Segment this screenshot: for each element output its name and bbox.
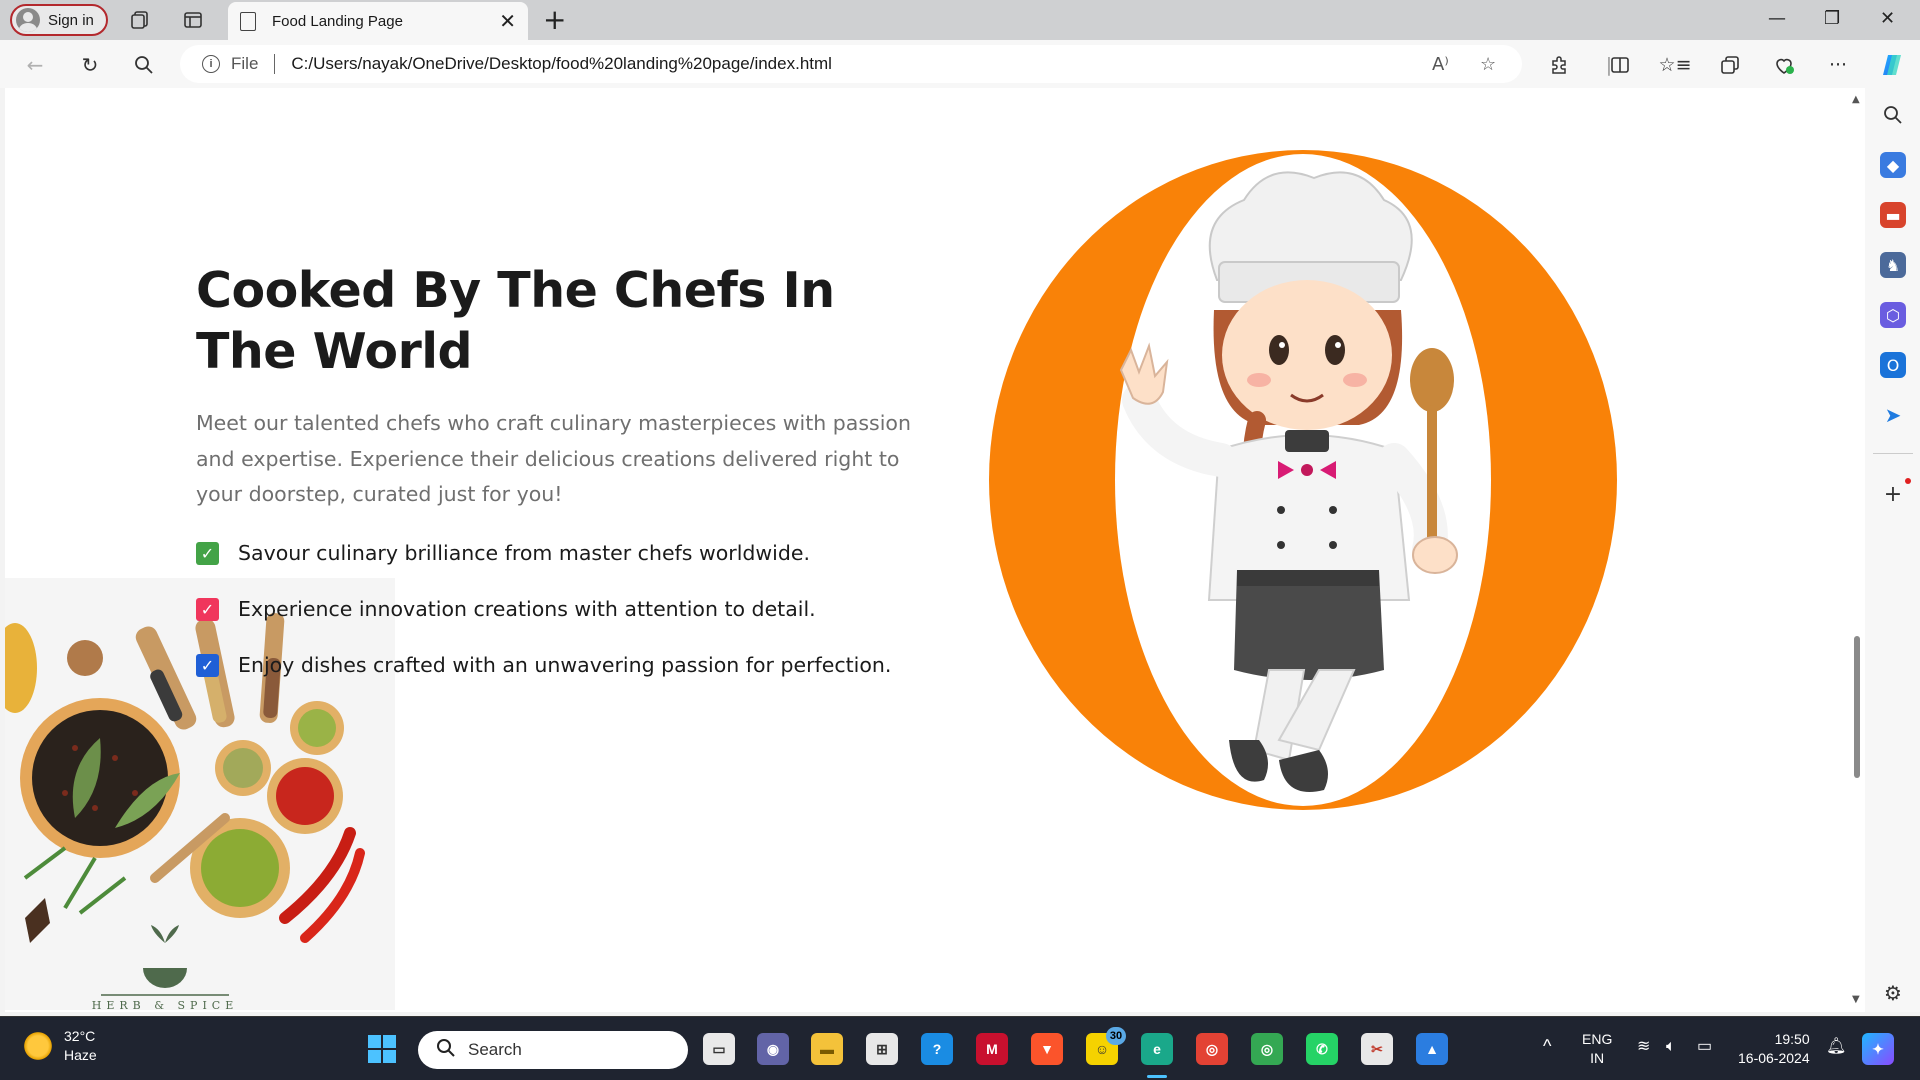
language-code: ENG: [1582, 1031, 1613, 1047]
copilot-icon[interactable]: [1879, 52, 1905, 78]
chrome-profile-pb-icon[interactable]: ◎: [1251, 1033, 1283, 1065]
feature-text: Savour culinary brilliance from master c…: [238, 541, 811, 565]
tools-icon[interactable]: ▬: [1880, 202, 1906, 228]
weather-temp: 32°C: [64, 1028, 96, 1044]
page-icon: [240, 11, 256, 31]
sidebar-search-icon[interactable]: [1880, 102, 1906, 128]
brave-browser-icon[interactable]: ▼: [1031, 1033, 1063, 1065]
weather-desc: Haze: [64, 1047, 97, 1063]
edge-browser-icon[interactable]: e: [1141, 1033, 1173, 1065]
copilot-taskbar-icon[interactable]: ✦: [1862, 1033, 1894, 1065]
feature-item-2: ✓ Experience innovation creations with a…: [196, 597, 816, 621]
extensions-icon[interactable]: [1546, 52, 1572, 78]
search-icon: [436, 1038, 456, 1063]
page-scrollbar[interactable]: ▲ ▼: [1849, 88, 1865, 1012]
photos-icon[interactable]: ▲: [1416, 1033, 1448, 1065]
scroll-down-icon[interactable]: ▼: [1852, 994, 1860, 1005]
settings-gear-icon[interactable]: ⚙: [1880, 980, 1906, 1006]
notification-dot: [1905, 478, 1911, 484]
clock-time: 19:50: [1774, 1031, 1810, 1047]
task-view-icon[interactable]: ▭: [703, 1033, 735, 1065]
favorites-icon[interactable]: ☆≡: [1659, 52, 1692, 78]
notification-badge: 30: [1106, 1027, 1126, 1045]
page-viewport: Cooked By The Chefs In The World Meet ou…: [5, 88, 1849, 1012]
collections-toolbar-icon[interactable]: [1717, 52, 1743, 78]
page-title: Cooked By The Chefs In The World: [196, 262, 835, 380]
weather-widget[interactable]: 32°C Haze: [22, 1027, 97, 1065]
checkbox-checked-icon: ✓: [196, 597, 219, 621]
browser-essentials-icon[interactable]: [1771, 52, 1797, 78]
spice-bowls-image: HERB & SPICE: [5, 578, 395, 1010]
windows-taskbar: 32°C Haze Search ▭ ◉ ▬ ⊞ ? M ▼ ☺ 30 e ◎ ◎…: [0, 1016, 1920, 1080]
collections-icon[interactable]: [128, 8, 152, 32]
search-icon[interactable]: [131, 52, 157, 78]
scroll-up-icon[interactable]: ▲: [1852, 94, 1860, 105]
close-window-button[interactable]: ✕: [1880, 8, 1895, 29]
tab-food-landing-page[interactable]: Food Landing Page ✕: [228, 2, 528, 40]
wifi-icon[interactable]: ≋: [1637, 1037, 1650, 1056]
send-icon[interactable]: ➤: [1880, 402, 1906, 428]
taskbar-search[interactable]: Search: [418, 1031, 688, 1069]
more-options-icon[interactable]: ···: [1825, 52, 1851, 78]
snipping-tool-icon[interactable]: ✂: [1361, 1033, 1393, 1065]
favorite-star-icon[interactable]: ☆: [1480, 54, 1496, 75]
address-bar[interactable]: i File C:/Users/nayak/OneDrive/Desktop/f…: [180, 45, 1522, 83]
url-text[interactable]: C:/Users/nayak/OneDrive/Desktop/food%20l…: [291, 54, 832, 74]
whatsapp-icon[interactable]: ✆: [1306, 1033, 1338, 1065]
feature-item-1: ✓ Savour culinary brilliance from master…: [196, 541, 810, 565]
edge-sidebar: ◆ ▬ ♞ ⬡ O ➤ + ⚙: [1865, 88, 1920, 1012]
chrome-profile-m-icon[interactable]: ◎: [1196, 1033, 1228, 1065]
battery-icon[interactable]: ▭: [1697, 1037, 1712, 1056]
read-aloud-icon[interactable]: A⁾: [1432, 54, 1449, 75]
clock[interactable]: 19:50 16-06-2024: [1738, 1030, 1810, 1068]
shopping-tag-icon[interactable]: ◆: [1880, 152, 1906, 178]
new-tab-button[interactable]: +: [543, 6, 566, 34]
games-icon[interactable]: ♞: [1880, 252, 1906, 278]
search-placeholder: Search: [468, 1040, 522, 1059]
language-indicator[interactable]: ENG IN: [1582, 1030, 1612, 1068]
feature-text: Experience innovation creations with att…: [238, 597, 816, 621]
sign-in-label: Sign in: [48, 11, 94, 29]
spice-logo-text: HERB & SPICE: [92, 999, 239, 1010]
feature-item-3: ✓ Enjoy dishes crafted with an unwaverin…: [196, 653, 891, 677]
notifications-bell-icon[interactable]: 🔔︎: [1826, 1037, 1846, 1056]
active-app-indicator: [1147, 1075, 1167, 1078]
sidebar-divider: [1873, 453, 1913, 454]
tab-actions-icon[interactable]: [181, 8, 205, 32]
meet-icon[interactable]: ◉: [757, 1033, 789, 1065]
file-explorer-icon[interactable]: ▬: [811, 1033, 843, 1065]
site-info-icon[interactable]: i: [202, 55, 220, 73]
profile-avatar-icon: [16, 8, 40, 32]
feature-text: Enjoy dishes crafted with an unwavering …: [238, 653, 892, 677]
clock-date: 16-06-2024: [1738, 1050, 1810, 1066]
page-description: Meet our talented chefs who craft culina…: [196, 411, 911, 506]
chef-illustration: [989, 150, 1617, 810]
snapchat-icon[interactable]: ☺ 30: [1086, 1027, 1126, 1065]
close-tab-icon[interactable]: ✕: [499, 9, 516, 33]
microsoft-365-icon[interactable]: ⬡: [1880, 302, 1906, 328]
windows-start-icon[interactable]: [366, 1033, 398, 1065]
volume-icon[interactable]: 🔈︎: [1666, 1037, 1676, 1056]
scroll-thumb[interactable]: [1854, 636, 1860, 778]
microsoft-store-icon[interactable]: ⊞: [866, 1033, 898, 1065]
minimize-button[interactable]: —: [1768, 8, 1786, 29]
split-screen-icon[interactable]: [1607, 52, 1633, 78]
address-separator: [274, 54, 276, 74]
mcafee-icon[interactable]: M: [976, 1033, 1008, 1065]
help-icon[interactable]: ?: [921, 1033, 953, 1065]
refresh-icon[interactable]: ↻: [77, 52, 103, 78]
protocol-label: File: [231, 54, 259, 73]
haze-sun-icon: [22, 1030, 54, 1062]
show-hidden-icons[interactable]: ^: [1543, 1037, 1551, 1056]
sign-in-button[interactable]: Sign in: [10, 4, 108, 36]
language-region: IN: [1590, 1050, 1605, 1066]
add-sidebar-icon[interactable]: +: [1880, 481, 1906, 507]
restore-button[interactable]: ❐: [1824, 8, 1840, 29]
browser-title-bar: Sign in Food Landing Page ✕ + — ❐ ✕: [0, 0, 1920, 40]
outlook-icon[interactable]: O: [1880, 352, 1906, 378]
checkbox-checked-icon: ✓: [196, 653, 219, 677]
back-arrow-icon[interactable]: ←: [22, 52, 48, 78]
tab-title: Food Landing Page: [272, 12, 403, 30]
checkbox-checked-icon: ✓: [196, 541, 219, 565]
